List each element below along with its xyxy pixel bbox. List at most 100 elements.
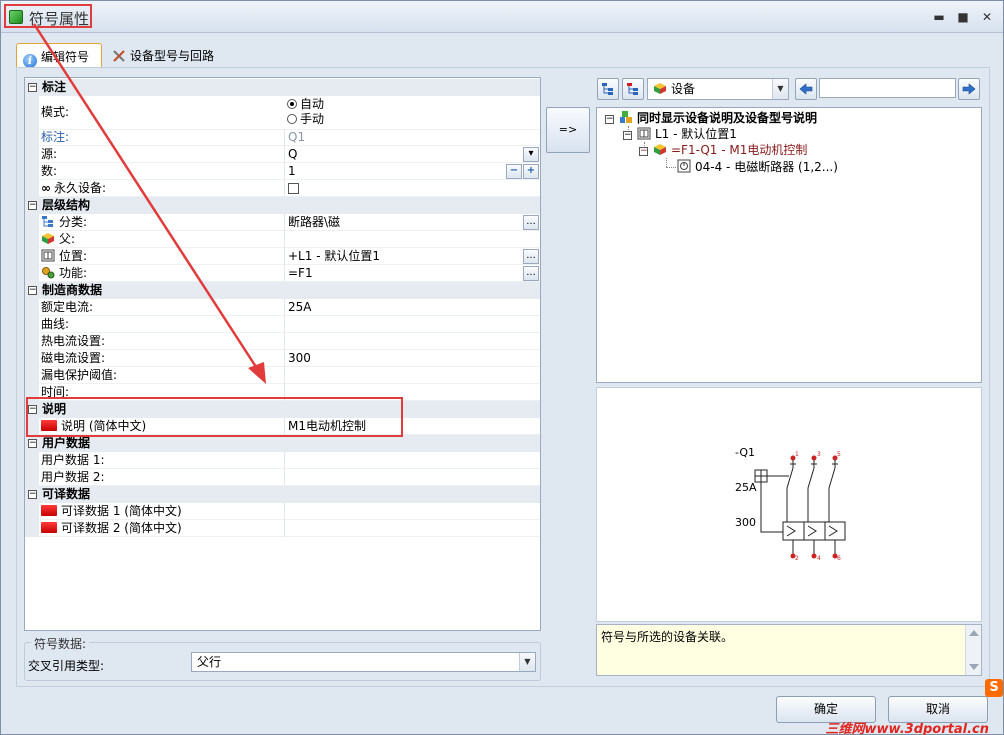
xref-type-select[interactable]: 父行 ▼	[191, 652, 536, 672]
user-data-2-value[interactable]	[284, 469, 540, 486]
row-trans-data-1[interactable]: 可译数据 1 (简体中文)	[25, 503, 540, 520]
row-source[interactable]: 源: Q ▾	[25, 146, 540, 163]
row-permanent[interactable]: ∞ 永久设备:	[25, 180, 540, 197]
nav-back-button[interactable]	[795, 78, 817, 100]
assign-arrow-button[interactable]: =>	[546, 107, 590, 153]
tree-node-device[interactable]: − =F1-Q1 - M1电动机控制	[639, 142, 807, 158]
row-leakage-threshold[interactable]: 漏电保护阈值:	[25, 367, 540, 384]
leakage-threshold-value[interactable]	[284, 367, 540, 384]
collapse-icon[interactable]: −	[639, 147, 648, 156]
row-rated-current[interactable]: 额定电流: 25A	[25, 299, 540, 316]
collapse-icon[interactable]: −	[28, 83, 37, 92]
tab-device-model-circuit[interactable]: 设备型号与回路	[106, 43, 226, 68]
scroll-up-icon[interactable]	[969, 630, 979, 636]
category-browse-button[interactable]: ...	[523, 215, 539, 230]
row-trans-data-2[interactable]: 可译数据 2 (简体中文)	[25, 520, 540, 537]
magnetic-current-label: 磁电流设置:	[41, 351, 106, 365]
chevron-down-icon[interactable]: ▼	[772, 79, 788, 99]
row-gutter	[25, 333, 39, 350]
row-gutter	[25, 452, 39, 469]
chevron-down-icon[interactable]: ▼	[519, 653, 535, 671]
row-tag[interactable]: 标注: Q1	[25, 129, 540, 146]
row-magnetic-current[interactable]: 磁电流设置: 300	[25, 350, 540, 367]
section-hierarchy[interactable]: − 层级结构	[25, 197, 540, 214]
tree-view-button-2[interactable]	[622, 78, 644, 100]
row-location[interactable]: 位置: +L1 - 默认位置1 ...	[25, 248, 540, 265]
row-function[interactable]: 功能: =F1 ...	[25, 265, 540, 282]
source-value[interactable]: Q	[284, 146, 540, 163]
tree-structure-icon	[601, 83, 615, 99]
collapse-icon[interactable]: −	[623, 131, 632, 140]
count-increment-button[interactable]: +	[523, 164, 539, 179]
tree-node-component[interactable]: 04-4 - 电磁断路器 (1,2...)	[677, 159, 838, 175]
nav-forward-button[interactable]	[958, 78, 980, 100]
tag-value[interactable]: Q1	[284, 129, 540, 146]
location-value[interactable]: +L1 - 默认位置1	[284, 248, 540, 265]
rated-current-value[interactable]: 25A	[284, 299, 540, 316]
category-value[interactable]: 断路器\磁	[284, 214, 540, 231]
collapse-icon[interactable]: −	[28, 490, 37, 499]
row-user-data-2[interactable]: 用户数据 2:	[25, 469, 540, 486]
collapse-icon[interactable]: −	[605, 115, 614, 124]
device-filter-select[interactable]: 设备 ▼	[647, 78, 789, 100]
location-browse-button[interactable]: ...	[523, 249, 539, 264]
curve-value[interactable]	[284, 316, 540, 333]
pin-label: 2	[795, 555, 799, 562]
collapse-icon[interactable]: −	[28, 286, 37, 295]
row-gutter	[25, 350, 39, 367]
minimize-button[interactable]: ▬	[931, 9, 947, 25]
user-data-1-value[interactable]	[284, 452, 540, 469]
tree-node-root[interactable]: − 同时显示设备说明及设备型号说明	[605, 110, 817, 126]
title-bar[interactable]: 符号属性 ▬ ■ ✕	[1, 1, 1003, 33]
trans-data-2-label-text: 可译数据 2 (简体中文)	[61, 521, 182, 535]
tab-edit-symbol[interactable]: i 编辑符号	[16, 43, 102, 68]
scroll-down-icon[interactable]	[969, 664, 979, 670]
row-user-data-1[interactable]: 用户数据 1:	[25, 452, 540, 469]
china-flag-icon	[41, 522, 57, 533]
tree-component-label: 04-4 - 电磁断路器 (1,2...)	[695, 160, 838, 174]
radio-checked-icon	[287, 99, 297, 109]
magnetic-current-value[interactable]: 300	[284, 350, 540, 367]
trans-data-1-value[interactable]	[284, 503, 540, 520]
row-thermal-current[interactable]: 热电流设置:	[25, 333, 540, 350]
row-parent[interactable]: 父:	[25, 231, 540, 248]
mode-manual-radio[interactable]: 手动	[287, 112, 540, 127]
category-label: 分类:	[41, 214, 283, 231]
circuit-breaker-symbol: -Q1 25A 300 1 3 5 2 4 6	[735, 446, 846, 562]
pin-label: 5	[837, 451, 841, 458]
count-value[interactable]: 1	[284, 163, 540, 180]
parent-value[interactable]	[284, 231, 540, 248]
section-hierarchy-label: 层级结构	[42, 198, 91, 212]
row-gutter	[25, 520, 39, 537]
permanent-checkbox[interactable]	[288, 183, 299, 194]
nav-search-input[interactable]	[819, 78, 956, 98]
function-browse-button[interactable]: ...	[523, 266, 539, 281]
count-decrement-button[interactable]: −	[506, 164, 522, 179]
message-scrollbar[interactable]	[965, 625, 981, 675]
tree-node-location[interactable]: − L1 - 默认位置1	[623, 126, 737, 142]
mode-label: 模式:	[41, 105, 70, 119]
section-user-data[interactable]: − 用户数据	[25, 435, 540, 452]
row-curve[interactable]: 曲线:	[25, 316, 540, 333]
maximize-button[interactable]: ■	[955, 9, 971, 25]
location-box-icon	[41, 249, 55, 262]
collapse-icon[interactable]: −	[28, 439, 37, 448]
collapse-icon[interactable]: −	[28, 201, 37, 210]
function-value[interactable]: =F1	[284, 265, 540, 282]
source-dropdown-button[interactable]: ▾	[523, 147, 539, 162]
symbol-data-legend: 符号数据:	[31, 635, 90, 652]
multicolor-cube-icon	[653, 143, 667, 156]
row-category[interactable]: 分类: 断路器\磁 ...	[25, 214, 540, 231]
section-manufacturer[interactable]: − 制造商数据	[25, 282, 540, 299]
close-button[interactable]: ✕	[979, 9, 995, 25]
tree-view-button-1[interactable]	[597, 78, 619, 100]
section-translatable[interactable]: − 可译数据	[25, 486, 540, 503]
xref-type-label: 交叉引用类型:	[28, 659, 105, 673]
trans-data-2-value[interactable]	[284, 520, 540, 537]
row-count[interactable]: 数: 1 − +	[25, 163, 540, 180]
device-filter-value: 设备	[671, 82, 696, 96]
mode-auto-radio[interactable]: 自动	[287, 97, 540, 112]
thermal-current-value[interactable]	[284, 333, 540, 350]
row-gutter	[25, 316, 39, 333]
section-annotation[interactable]: − 标注	[25, 79, 540, 96]
